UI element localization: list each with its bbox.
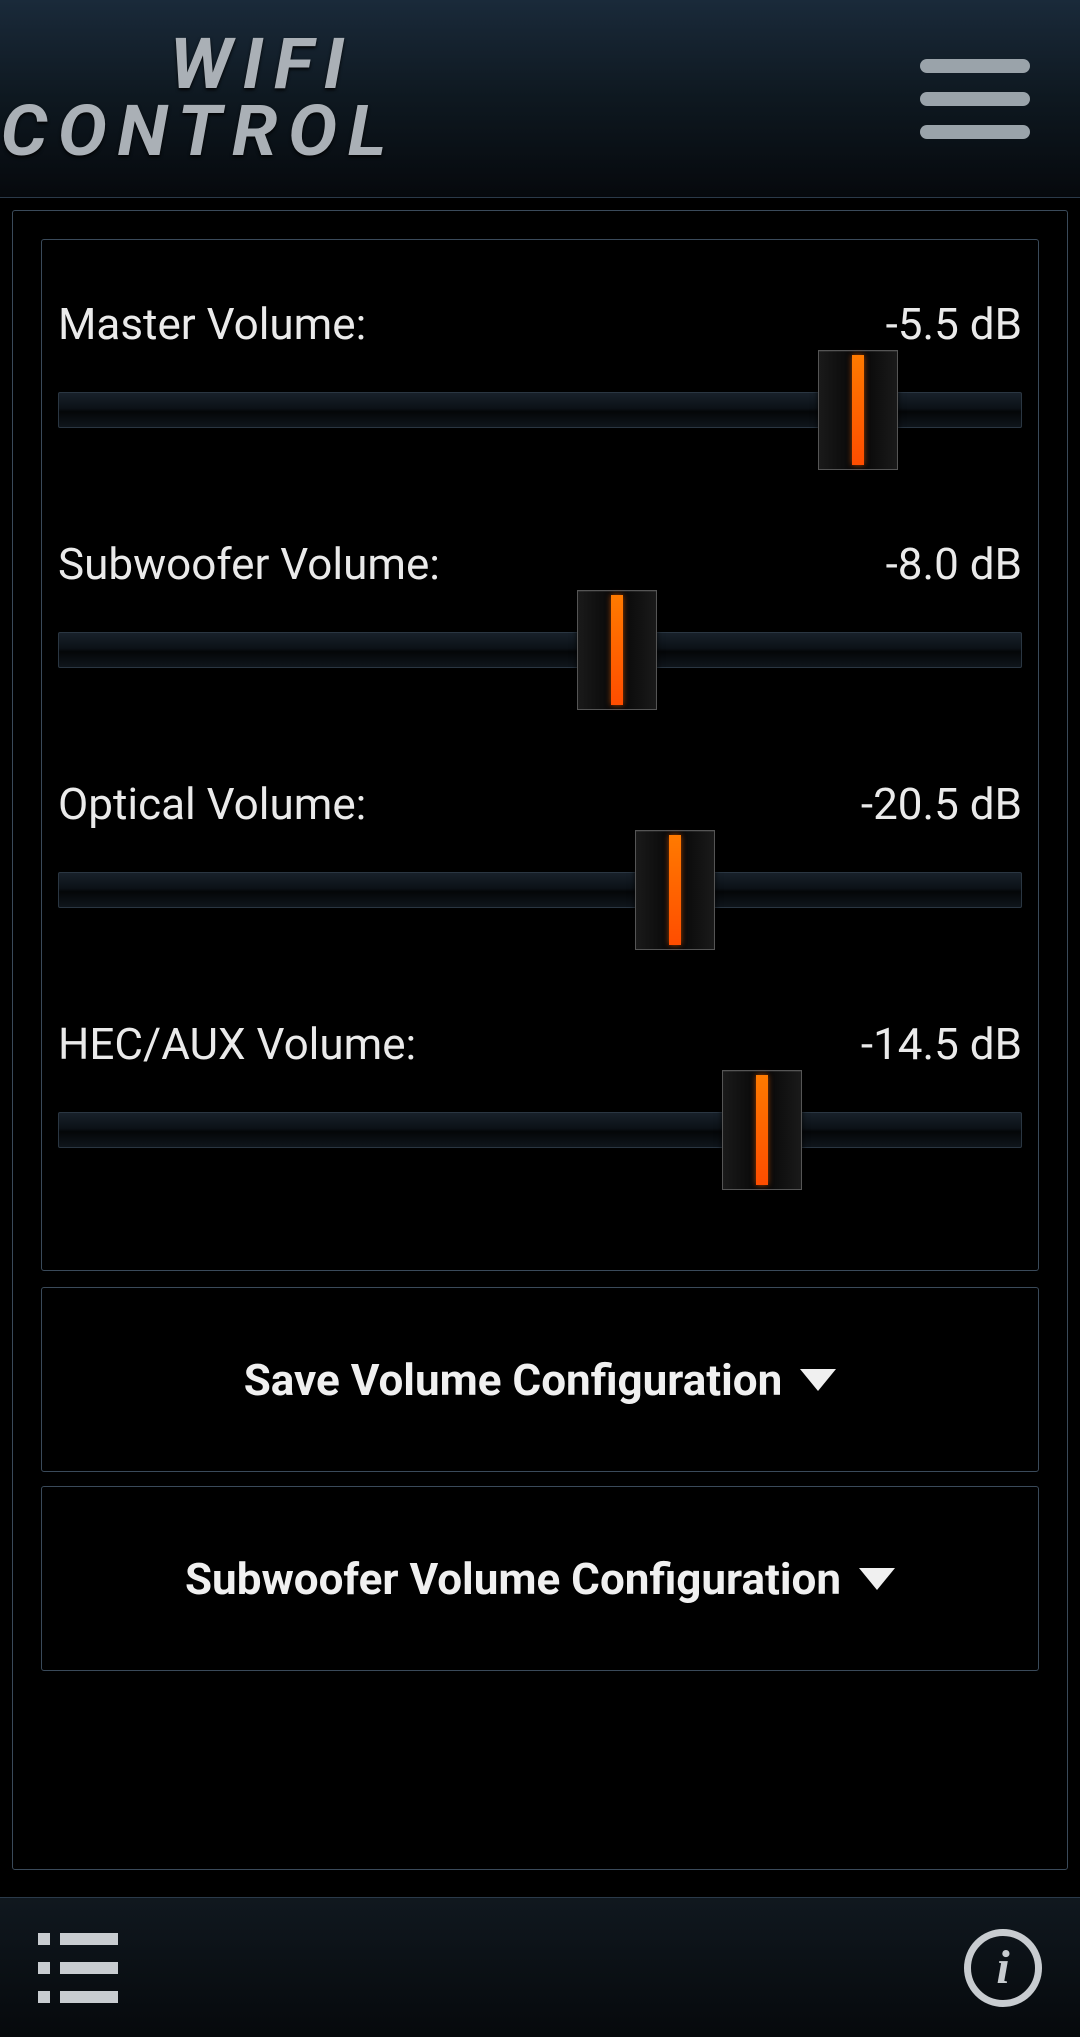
info-icon[interactable]: i <box>964 1929 1042 2007</box>
hecaux-volume-slider[interactable] <box>58 1100 1022 1160</box>
subwoofer-volume-group: Subwoofer Volume: -8.0 dB <box>58 510 1022 750</box>
hecaux-volume-thumb[interactable] <box>722 1070 802 1190</box>
master-volume-value: -5.5 dB <box>886 298 1022 350</box>
hecaux-volume-value: -14.5 dB <box>861 1018 1022 1070</box>
optical-volume-group: Optical Volume: -20.5 dB <box>58 750 1022 990</box>
subwoofer-volume-label: Subwoofer Volume: <box>58 538 440 590</box>
app-title-line2: CONTROL <box>1 99 397 166</box>
optical-volume-thumb[interactable] <box>635 830 715 950</box>
app-title-line1: WIFI <box>2 32 355 99</box>
hecaux-volume-label: HEC/AUX Volume: <box>58 1018 416 1070</box>
save-volume-config-label: Save Volume Configuration <box>244 1354 783 1406</box>
subwoofer-volume-config-label: Subwoofer Volume Configuration <box>185 1553 841 1605</box>
content-area: Master Volume: -5.5 dB Subwoofer Volume:… <box>0 198 1080 1882</box>
chevron-down-icon <box>859 1568 895 1590</box>
chevron-down-icon <box>800 1369 836 1391</box>
subwoofer-volume-thumb[interactable] <box>577 590 657 710</box>
hecaux-volume-group: HEC/AUX Volume: -14.5 dB <box>58 990 1022 1230</box>
list-icon[interactable] <box>38 1933 118 2003</box>
subwoofer-volume-config-button[interactable]: Subwoofer Volume Configuration <box>41 1486 1039 1671</box>
subwoofer-volume-slider[interactable] <box>58 620 1022 680</box>
optical-volume-label: Optical Volume: <box>58 778 366 830</box>
main-panel: Master Volume: -5.5 dB Subwoofer Volume:… <box>12 210 1068 1870</box>
master-volume-group: Master Volume: -5.5 dB <box>58 270 1022 510</box>
subwoofer-volume-value: -8.0 dB <box>886 538 1022 590</box>
master-volume-thumb[interactable] <box>818 350 898 470</box>
app-footer: i <box>0 1897 1080 2037</box>
app-title: WIFI CONTROL <box>0 32 387 165</box>
info-glyph: i <box>996 1944 1009 1992</box>
master-volume-label: Master Volume: <box>58 298 366 350</box>
menu-icon[interactable] <box>920 59 1030 139</box>
app-header: WIFI CONTROL <box>0 0 1080 198</box>
volume-sliders-box: Master Volume: -5.5 dB Subwoofer Volume:… <box>41 239 1039 1271</box>
master-volume-slider[interactable] <box>58 380 1022 440</box>
optical-volume-value: -20.5 dB <box>861 778 1022 830</box>
optical-volume-slider[interactable] <box>58 860 1022 920</box>
save-volume-config-button[interactable]: Save Volume Configuration <box>41 1287 1039 1472</box>
